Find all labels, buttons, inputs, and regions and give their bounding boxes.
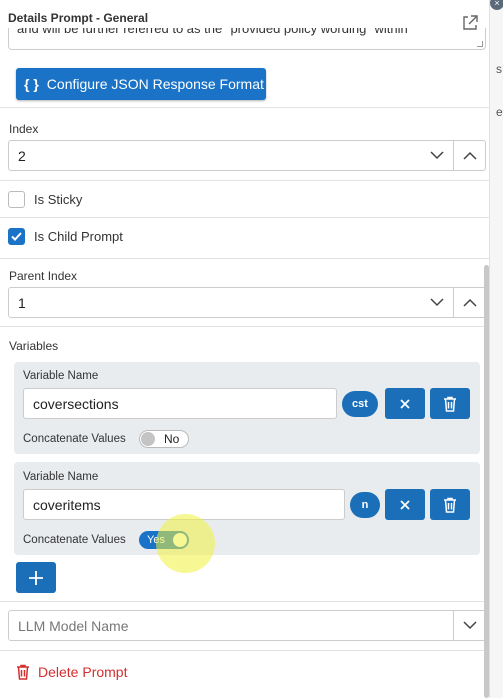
variables-label: Variables — [9, 339, 59, 353]
index-value: 2 — [18, 148, 26, 164]
toggle-state-text: Yes — [147, 534, 165, 546]
chevron-up-icon[interactable] — [453, 288, 485, 317]
llm-model-select[interactable]: LLM Model Name — [8, 610, 486, 641]
braces-icon: { } — [24, 76, 39, 92]
variable-name-input[interactable]: coveritems — [23, 489, 345, 520]
panel-title: Details Prompt - General — [8, 11, 149, 25]
details-prompt-panel: Details Prompt - General and will be fur… — [0, 0, 490, 698]
is-sticky-label: Is Sticky — [34, 192, 83, 207]
parent-index-label: Parent Index — [9, 269, 78, 283]
chevron-down-icon[interactable] — [421, 141, 453, 170]
divider — [0, 217, 490, 218]
index-select[interactable]: 2 — [8, 140, 486, 171]
variable-abbr-badge[interactable]: n — [350, 492, 380, 518]
variable-card: Variable Name coversections cst Concaten… — [14, 362, 480, 454]
parent-index-select[interactable]: 1 — [8, 287, 486, 318]
clear-variable-button[interactable] — [385, 388, 425, 419]
delete-prompt-button[interactable]: Delete Prompt — [16, 664, 127, 680]
divider — [0, 180, 490, 181]
variable-abbr-badge[interactable]: cst — [342, 391, 378, 417]
divider — [0, 650, 490, 651]
background-text: e — [496, 105, 503, 119]
configure-json-label: Configure JSON Response Format — [46, 76, 264, 92]
close-icon[interactable]: × — [490, 0, 503, 10]
variable-name-label: Variable Name — [23, 471, 99, 483]
delete-variable-button[interactable] — [430, 489, 470, 520]
checkmark-icon — [11, 232, 22, 241]
scrollbar[interactable] — [484, 265, 489, 698]
plus-icon — [29, 570, 43, 585]
index-label: Index — [9, 122, 39, 136]
prompt-text: and will be further referred to as the "… — [17, 28, 408, 36]
parent-index-value: 1 — [18, 295, 26, 311]
clear-variable-button[interactable] — [385, 489, 425, 520]
toggle-state-text: No — [164, 432, 180, 446]
variable-name-value: coveritems — [33, 497, 101, 513]
is-child-prompt-label: Is Child Prompt — [34, 229, 123, 244]
variable-name-value: coversections — [33, 396, 119, 412]
llm-model-placeholder: LLM Model Name — [18, 618, 129, 634]
concatenate-toggle[interactable]: Yes — [139, 531, 189, 549]
variable-name-label: Variable Name — [23, 370, 99, 382]
toggle-knob — [173, 533, 187, 547]
delete-variable-button[interactable] — [430, 388, 470, 419]
resize-handle-icon[interactable] — [477, 41, 483, 47]
configure-json-button[interactable]: { } Configure JSON Response Format — [16, 68, 266, 100]
is-child-prompt-checkbox[interactable] — [8, 228, 25, 245]
concatenate-values-label: Concatenate Values — [23, 534, 126, 546]
chevron-down-icon[interactable] — [453, 611, 485, 640]
is-sticky-checkbox[interactable] — [8, 191, 25, 208]
close-icon — [400, 499, 410, 510]
variable-name-input[interactable]: coversections — [23, 388, 337, 419]
trash-icon — [444, 396, 456, 412]
chevron-down-icon[interactable] — [421, 288, 453, 317]
toggle-knob — [141, 432, 155, 446]
trash-icon — [444, 497, 456, 513]
concatenate-toggle[interactable]: No — [139, 430, 189, 448]
divider — [0, 258, 490, 259]
concatenate-values-label: Concatenate Values — [23, 433, 126, 445]
background-text: s — [496, 62, 502, 76]
divider — [0, 601, 490, 602]
trash-icon — [17, 664, 29, 680]
delete-prompt-label: Delete Prompt — [38, 664, 128, 680]
divider — [0, 107, 490, 108]
prompt-textarea[interactable]: and will be further referred to as the "… — [8, 28, 486, 50]
is-child-prompt-row[interactable]: Is Child Prompt — [8, 228, 123, 245]
close-icon — [400, 398, 410, 409]
add-variable-button[interactable] — [16, 562, 56, 593]
variable-card: Variable Name coveritems n Concatenate V… — [14, 462, 480, 555]
is-sticky-row[interactable]: Is Sticky — [8, 191, 82, 208]
chevron-up-icon[interactable] — [453, 141, 485, 170]
divider — [0, 326, 490, 327]
